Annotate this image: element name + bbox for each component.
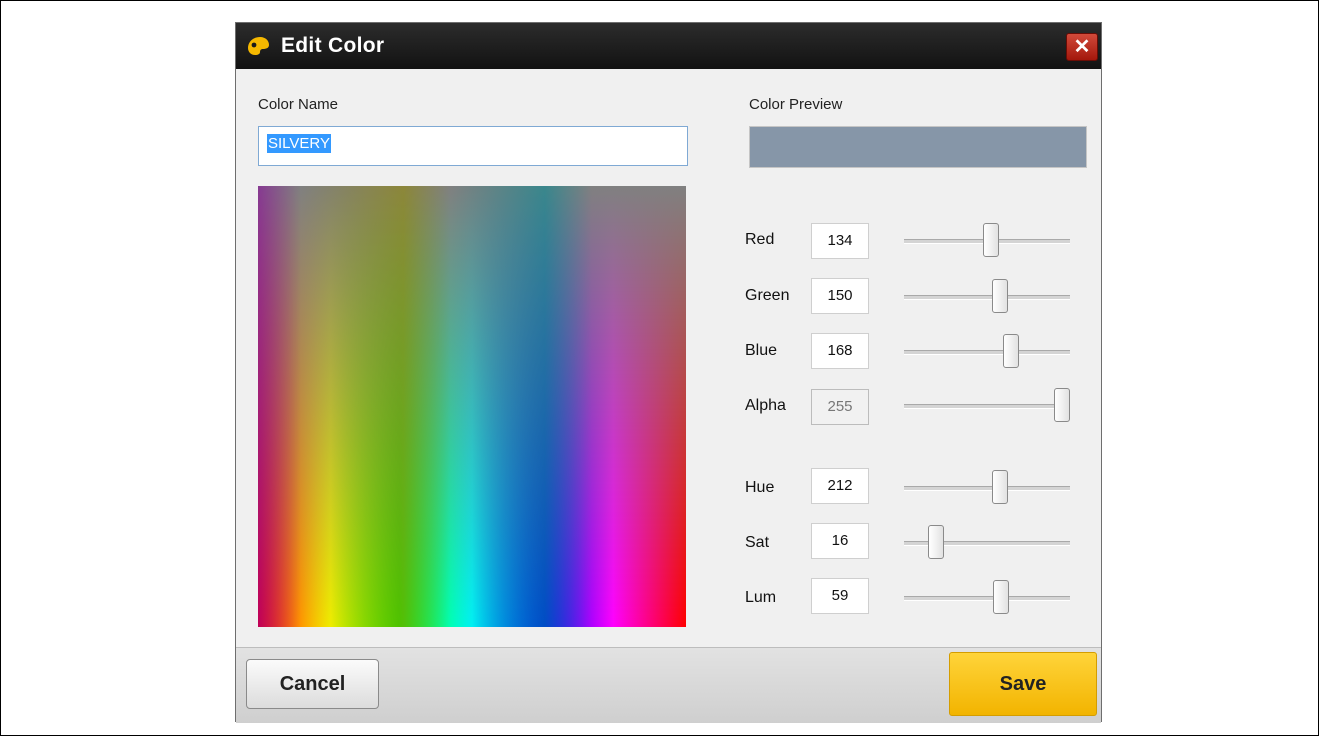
hue-slider-thumb[interactable] bbox=[992, 470, 1009, 504]
red-slider[interactable] bbox=[904, 223, 1070, 257]
lum-slider[interactable] bbox=[904, 580, 1070, 614]
lum-input[interactable]: 59 bbox=[811, 578, 869, 614]
hue-slider[interactable] bbox=[904, 470, 1070, 504]
title-bar[interactable]: Edit Color ✕ bbox=[236, 23, 1101, 69]
alpha-input: 255 bbox=[811, 389, 869, 425]
color-name-input[interactable]: SILVERY bbox=[258, 126, 688, 166]
sat-label: Sat bbox=[745, 534, 770, 551]
lum-label: Lum bbox=[745, 589, 777, 606]
blue-slider-thumb[interactable] bbox=[1002, 334, 1019, 368]
dialog-title: Edit Color bbox=[281, 34, 385, 57]
green-label: Green bbox=[745, 287, 790, 304]
close-icon: ✕ bbox=[1073, 36, 1091, 58]
alpha-label: Alpha bbox=[745, 397, 786, 414]
color-preview-label: Color Preview bbox=[749, 96, 843, 113]
blue-input[interactable]: 168 bbox=[811, 333, 869, 369]
save-button[interactable]: Save bbox=[949, 652, 1097, 716]
red-input[interactable]: 134 bbox=[811, 223, 869, 259]
spectrum-tint-layer bbox=[258, 186, 686, 627]
color-name-value: SILVERY bbox=[267, 134, 331, 153]
color-spectrum-picker[interactable] bbox=[258, 186, 686, 627]
red-slider-thumb[interactable] bbox=[982, 223, 999, 257]
green-slider[interactable] bbox=[904, 279, 1070, 313]
blue-slider[interactable] bbox=[904, 334, 1070, 368]
sat-slider-thumb[interactable] bbox=[928, 525, 944, 559]
alpha-slider-thumb[interactable] bbox=[1054, 388, 1070, 422]
palette-icon bbox=[248, 37, 269, 55]
close-button[interactable]: ✕ bbox=[1066, 33, 1098, 61]
hue-input[interactable]: 212 bbox=[811, 468, 869, 504]
lum-slider-thumb[interactable] bbox=[992, 580, 1009, 614]
blue-label: Blue bbox=[745, 342, 778, 359]
green-slider-thumb[interactable] bbox=[992, 279, 1009, 313]
alpha-slider[interactable] bbox=[904, 388, 1070, 422]
red-label: Red bbox=[745, 231, 775, 248]
sat-slider[interactable] bbox=[904, 525, 1070, 559]
hue-label: Hue bbox=[745, 479, 775, 496]
cancel-button[interactable]: Cancel bbox=[246, 659, 379, 709]
dialog-footer: Cancel Save bbox=[236, 647, 1101, 723]
color-preview-swatch bbox=[749, 126, 1087, 168]
edit-color-dialog: Edit Color ✕ Color Name SILVERY Color Pr… bbox=[235, 22, 1102, 723]
green-input[interactable]: 150 bbox=[811, 278, 869, 314]
sat-input[interactable]: 16 bbox=[811, 523, 869, 559]
color-name-label: Color Name bbox=[258, 96, 339, 113]
